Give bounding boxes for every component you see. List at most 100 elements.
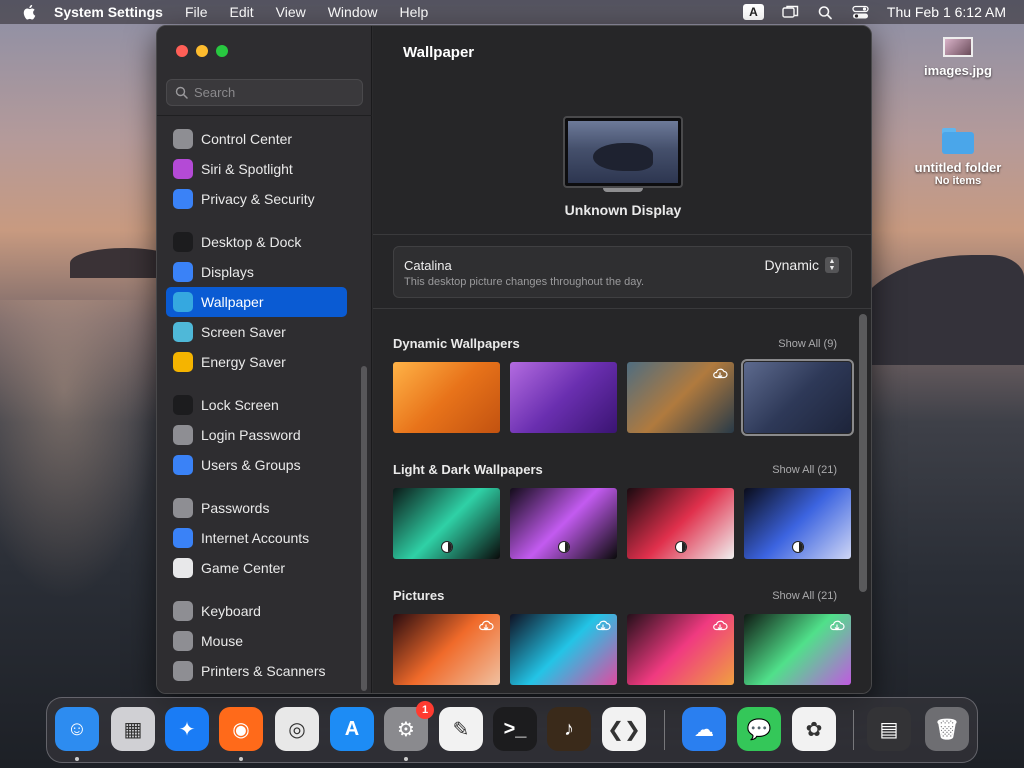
apple-menu-icon[interactable] [18, 4, 38, 20]
page-title: Wallpaper [403, 44, 475, 61]
terminal-icon[interactable]: >_ [493, 707, 537, 751]
sidebar-item-users-groups[interactable]: Users & Groups [166, 450, 347, 480]
section-divider [373, 308, 871, 309]
wallpaper-thumbnail-row [393, 614, 851, 685]
current-wallpaper-name: Catalina [404, 258, 452, 273]
photos-icon[interactable]: ✿ [792, 707, 836, 751]
sidebar-item-desktop-dock[interactable]: Desktop & Dock [166, 227, 347, 257]
chrome-icon[interactable]: ◎ [275, 707, 319, 751]
garageband-icon[interactable]: ♪ [547, 707, 591, 751]
menu-bar-extras: A Thu Feb 1 6:12 AM [725, 4, 1024, 20]
sidebar-item-energy-saver[interactable]: Energy Saver [166, 347, 347, 377]
section-title: Pictures [393, 588, 445, 603]
spotlight-search-icon[interactable] [817, 5, 834, 20]
menu-window[interactable]: Window [328, 4, 378, 20]
sidebar-item-screen-saver[interactable]: Screen Saver [166, 317, 347, 347]
sidebar-item-privacy-security[interactable]: Privacy & Security [166, 184, 347, 214]
sidebar-item-displays[interactable]: Displays [166, 257, 347, 287]
desktop-wallpaper-glow [0, 300, 160, 600]
trash-icon[interactable]: 🗑 [925, 707, 969, 751]
sidebar-item-mouse[interactable]: Mouse [166, 626, 347, 656]
light-dark-mode-icon [441, 541, 453, 553]
desktop-folder-untitled[interactable]: untitled folder No items [908, 128, 1008, 187]
wallpaper-scrollbar[interactable] [859, 314, 867, 592]
section-divider [373, 234, 871, 235]
input-source-indicator[interactable]: A [742, 4, 764, 20]
menu-view[interactable]: View [276, 4, 306, 20]
sidebar-item-keyboard[interactable]: Keyboard [166, 596, 347, 626]
users-icon [173, 455, 193, 475]
current-wallpaper-description: This desktop picture changes throughout … [404, 276, 645, 288]
appearance-mode-select[interactable]: Dynamic ▲ ▼ [765, 257, 839, 273]
control-center-icon[interactable] [852, 5, 869, 20]
sidebar-search-field[interactable] [166, 79, 363, 106]
sidebar-item-control-center[interactable]: Control Center [166, 124, 347, 154]
wallpaper-thumbnail-mbp-teal[interactable] [510, 614, 617, 685]
launchpad-icon[interactable]: ▦ [111, 707, 155, 751]
key-icon [173, 498, 193, 518]
menu-file[interactable]: File [185, 4, 208, 20]
wallpaper-thumbnail-mbp-orange[interactable] [393, 614, 500, 685]
vscode-icon[interactable]: ❮❯ [602, 707, 646, 751]
textedit-icon[interactable]: ✎ [439, 707, 483, 751]
screen-mirroring-icon[interactable] [782, 5, 799, 20]
sidebar-item-wallpaper[interactable]: Wallpaper [166, 287, 347, 317]
safari-icon[interactable]: ✦ [165, 707, 209, 751]
wallpaper-thumbnail-row [393, 359, 854, 436]
mouse-icon [173, 631, 193, 651]
weather-icon[interactable]: ☁ [682, 707, 726, 751]
wallpaper-thumbnail-catalina[interactable] [741, 359, 854, 436]
toggles-icon [173, 129, 193, 149]
sidebar-item-lock-screen[interactable]: Lock Screen [166, 390, 347, 420]
wallpaper-thumbnail-ventura-orange[interactable] [393, 362, 500, 433]
finder-icon[interactable]: ☺ [55, 707, 99, 751]
wallpaper-thumbnail-mbp-green[interactable] [744, 614, 851, 685]
menu-app-name[interactable]: System Settings [54, 4, 163, 20]
wallpaper-thumbnail-monterey-purple[interactable] [510, 362, 617, 433]
sidebar-item-siri-spotlight[interactable]: Siri & Spotlight [166, 154, 347, 184]
show-all-button[interactable]: Show All (9) [778, 338, 837, 350]
menu-edit[interactable]: Edit [230, 4, 254, 20]
close-window-button[interactable] [176, 45, 188, 57]
wallpaper-thumbnail-ribbon-red[interactable] [627, 488, 734, 559]
wallpaper-thumbnail-big-sur-coast[interactable] [627, 362, 734, 433]
sidebar-item-passwords[interactable]: Passwords [166, 493, 347, 523]
show-all-button[interactable]: Show All (21) [772, 590, 837, 602]
wallpaper-thumbnail-mac-pro-green[interactable] [393, 488, 500, 559]
app-store-icon[interactable]: A [330, 707, 374, 751]
lock-icon [173, 395, 193, 415]
system-settings-icon[interactable]: ⚙ 1 [384, 701, 434, 751]
monitor-icon [563, 116, 683, 188]
keyboard-icon [173, 601, 193, 621]
downloads-stack-icon[interactable]: ▤ [867, 707, 911, 751]
search-input[interactable] [194, 85, 354, 100]
wallpaper-thumbnail-mac-pro-purple[interactable] [510, 488, 617, 559]
zoom-window-button[interactable] [216, 45, 228, 57]
desktop-folder-label: untitled folder [914, 160, 1002, 175]
sidebar-item-internet-accounts[interactable]: Internet Accounts [166, 523, 347, 553]
minimize-window-button[interactable] [196, 45, 208, 57]
folder-icon [942, 128, 974, 154]
wallpaper-pane: Wallpaper Unknown Display Catalina This … [373, 26, 871, 693]
firefox-icon[interactable]: ◉ [219, 707, 263, 751]
screen-saver-icon [173, 322, 193, 342]
sidebar-item-login-password[interactable]: Login Password [166, 420, 347, 450]
menu-help[interactable]: Help [400, 4, 429, 20]
light-dark-mode-icon [675, 541, 687, 553]
sidebar-scrollbar[interactable] [361, 366, 367, 691]
sidebar-item-printers-scanners[interactable]: Printers & Scanners [166, 656, 347, 686]
display-name: Unknown Display [564, 202, 682, 218]
menu-bar-clock[interactable]: Thu Feb 1 6:12 AM [887, 4, 1006, 20]
desktop-file-images[interactable]: images.jpg [908, 37, 1008, 78]
running-indicator [75, 757, 79, 761]
cloud-download-icon [478, 619, 494, 632]
wallpaper-thumbnail-mbp-pink[interactable] [627, 614, 734, 685]
dock: ☺ ▦ ✦ ◉ ◎ A ⚙ 1 ✎ >_ ♪ ❮❯ ☁ 💬 ✿ ▤ 🗑 [46, 697, 978, 763]
chevron-up-down-icon: ▲ ▼ [825, 257, 839, 273]
messages-icon[interactable]: 💬 [737, 707, 781, 751]
sidebar-item-label: Control Center [201, 131, 293, 147]
sidebar-item-game-center[interactable]: Game Center [166, 553, 347, 583]
show-all-button[interactable]: Show All (21) [772, 464, 837, 476]
wallpaper-thumbnail-ribbon-blue[interactable] [744, 488, 851, 559]
wallpaper-thumbnail-row [393, 488, 851, 559]
